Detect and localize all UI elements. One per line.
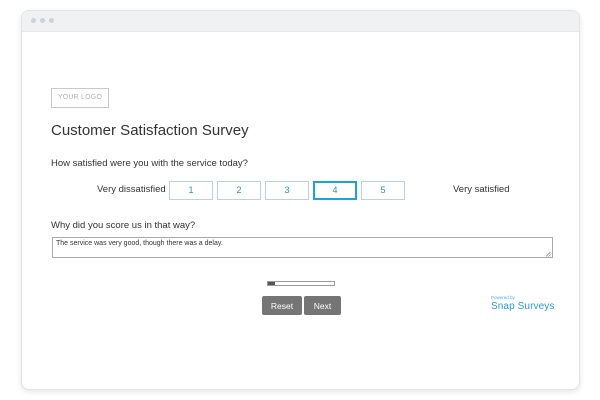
- progress-bar-fill: [268, 282, 275, 285]
- window-titlebar: [22, 11, 579, 32]
- brand-logo: Snap Surveys: [491, 301, 555, 312]
- window-dot-icon: [40, 18, 45, 23]
- rating-option-2[interactable]: 2: [217, 181, 261, 200]
- reason-textarea[interactable]: The service was very good, though there …: [52, 237, 553, 258]
- scale-right-label: Very satisfied: [453, 184, 510, 195]
- question-reason: Why did you score us in that way?: [51, 220, 196, 231]
- survey-title: Customer Satisfaction Survey: [51, 122, 249, 139]
- rating-option-3[interactable]: 3: [265, 181, 309, 200]
- resize-handle-icon[interactable]: [545, 251, 551, 257]
- logo-placeholder: YOUR LOGO: [51, 88, 109, 108]
- reset-button[interactable]: Reset: [262, 296, 302, 315]
- rating-option-5[interactable]: 5: [361, 181, 405, 200]
- progress-bar: [267, 281, 335, 286]
- window-dot-icon: [31, 18, 36, 23]
- brand-block[interactable]: Powered by Snap Surveys: [491, 295, 554, 313]
- browser-window: YOUR LOGO Customer Satisfaction Survey H…: [21, 10, 580, 390]
- next-button[interactable]: Next: [304, 296, 341, 315]
- rating-option-1[interactable]: 1: [169, 181, 213, 200]
- question-satisfaction: How satisfied were you with the service …: [51, 158, 248, 169]
- window-dot-icon: [49, 18, 54, 23]
- scale-left-label: Very dissatisfied: [97, 184, 166, 195]
- rating-option-4[interactable]: 4: [313, 181, 357, 200]
